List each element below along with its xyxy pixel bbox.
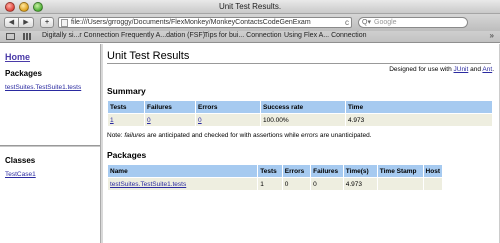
bookmark-item[interactable]: Frequently A...dation (FSF) [121, 32, 205, 39]
designed-prefix: Designed for use with [389, 66, 454, 73]
forward-button[interactable]: ▶ [19, 17, 34, 28]
column-header: Tests [108, 101, 144, 113]
package-name-link[interactable]: testSuites.TestSuite1.tests [110, 181, 186, 188]
top-sites-grid-icon[interactable] [23, 33, 32, 40]
column-header: Tests [258, 165, 282, 177]
table-cell: 4.973 [343, 178, 377, 190]
column-header: Failures [145, 101, 195, 113]
table-cell [377, 178, 423, 190]
tests-count-link[interactable]: 1 [110, 117, 114, 124]
summary-heading: Summary [107, 86, 146, 96]
note-suffix: are unanticipated. [318, 132, 372, 139]
column-header: Errors [196, 101, 260, 113]
search-placeholder: Google [374, 19, 397, 26]
page-title: Unit Test Results [107, 50, 190, 62]
sidebar-package-link[interactable]: testSuites.TestSuite1.tests [5, 84, 81, 91]
browser-toolbar: ◀ ▶ + file:///Users/grroggy/Documents/Fl… [0, 14, 500, 31]
address-bar[interactable]: file:///Users/grroggy/Documents/FlexMonk… [58, 17, 352, 28]
column-header: Time Stamp [377, 165, 423, 177]
search-icon[interactable]: Q▾ [362, 18, 371, 26]
search-input[interactable]: Q▾ Google [358, 17, 468, 28]
ant-link[interactable]: Ant [482, 66, 492, 73]
add-bookmark-button[interactable]: + [40, 17, 54, 28]
summary-table: Tests Failures Errors Success rate Time … [107, 100, 493, 127]
column-header: Success rate [261, 101, 345, 113]
bookmarks-bar: Digitally si...r Connection Frequently A… [0, 31, 500, 43]
window-titlebar: Unit Test Results. [0, 0, 500, 14]
note-errors: errors [301, 132, 319, 139]
column-header: Errors [282, 165, 311, 177]
bookmarks-overflow-icon[interactable]: » [490, 31, 494, 40]
table-cell: 4.973 [346, 114, 492, 126]
address-text: file:///Users/grroggy/Documents/FlexMonk… [71, 19, 311, 26]
window-title: Unit Test Results. [218, 2, 282, 11]
navigation-frame: Home Packages testSuites.TestSuite1.test… [0, 44, 100, 243]
column-header: Time(s) [343, 165, 377, 177]
bookmark-item[interactable]: Tips for bui... Connection [204, 32, 282, 39]
failures-count-link[interactable]: 0 [147, 117, 151, 124]
table-row: testSuites.TestSuite1.tests 1 0 0 4.973 [108, 178, 442, 190]
back-button[interactable]: ◀ [4, 17, 19, 28]
table-header-row: Name Tests Errors Failures Time(s) Time … [108, 165, 442, 177]
table-cell: 0 [311, 178, 343, 190]
column-header: Name [108, 165, 258, 177]
column-header: Time [346, 101, 492, 113]
packages-table: Name Tests Errors Failures Time(s) Time … [107, 164, 443, 191]
home-link[interactable]: Home [5, 52, 30, 62]
table-cell: 0 [196, 114, 260, 126]
errors-count-link[interactable]: 0 [198, 117, 202, 124]
results-frame: Unit Test Results Designed for use with … [103, 44, 500, 243]
sidebar-class-link[interactable]: TestCase1 [5, 171, 36, 178]
column-header: Failures [311, 165, 343, 177]
packages-heading: Packages [5, 69, 42, 78]
frame-separator [0, 145, 100, 147]
designed-and: and [468, 66, 483, 73]
classes-heading: Classes [5, 156, 36, 165]
note-failures: failures [124, 132, 146, 139]
table-cell: 1 [108, 114, 144, 126]
table-cell [423, 178, 442, 190]
designed-for-note: Designed for use with JUnit and Ant. [389, 66, 494, 73]
table-cell: testSuites.TestSuite1.tests [108, 178, 258, 190]
bookmark-item[interactable]: Digitally si...r Connection [42, 32, 119, 39]
column-header: Host [423, 165, 442, 177]
reload-icon[interactable]: c [345, 18, 349, 27]
table-cell: 1 [258, 178, 282, 190]
note-mid: are anticipated and checked for with ass… [145, 132, 302, 139]
file-icon [61, 19, 68, 27]
table-cell: 0 [145, 114, 195, 126]
title-divider [107, 63, 491, 64]
table-row: 1 0 0 100.00% 4.973 [108, 114, 492, 126]
packages-section-heading: Packages [107, 150, 147, 160]
table-cell: 100.00% [261, 114, 345, 126]
bookmarks-book-icon[interactable] [6, 33, 15, 40]
table-header-row: Tests Failures Errors Success rate Time [108, 101, 492, 113]
note-prefix: Note: [107, 132, 125, 139]
bookmark-item[interactable]: Using Flex A... Connection [284, 32, 367, 39]
assertion-note: Note: failures are anticipated and check… [107, 132, 372, 139]
table-cell: 0 [282, 178, 311, 190]
designed-suffix: . [492, 66, 494, 73]
junit-link[interactable]: JUnit [454, 66, 469, 73]
